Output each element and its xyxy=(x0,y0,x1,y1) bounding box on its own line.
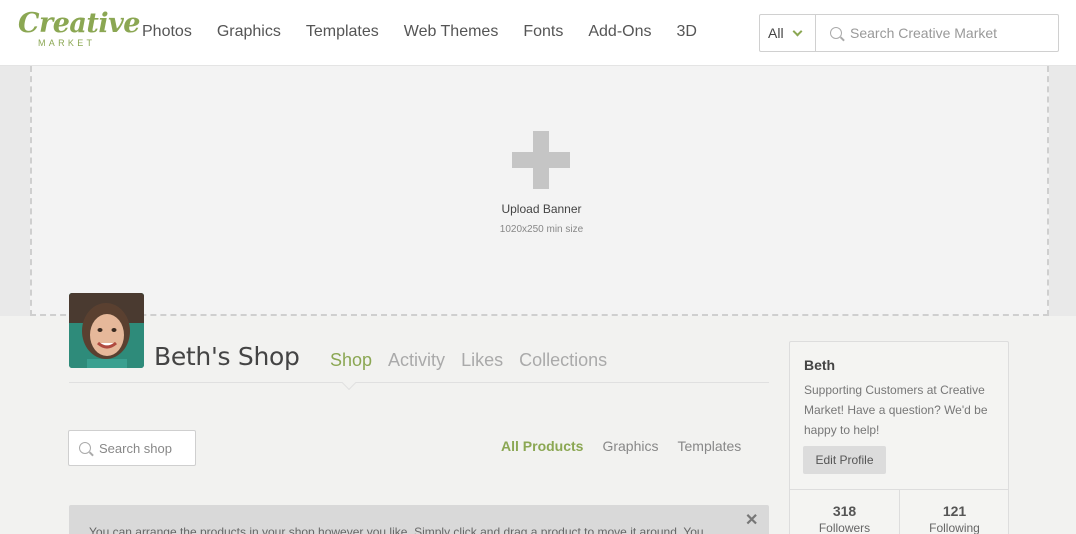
profile-name: Beth xyxy=(804,357,836,373)
shop-name: Beth's Shop xyxy=(154,342,300,371)
plus-icon xyxy=(512,131,570,189)
close-icon[interactable]: ✕ xyxy=(745,513,758,529)
chevron-down-icon xyxy=(792,26,803,36)
tab-activity[interactable]: Activity xyxy=(388,349,445,371)
tab-underline xyxy=(69,382,769,383)
following-count: 121 xyxy=(942,503,967,519)
profile-bio: Supporting Customers at Creative Market!… xyxy=(804,383,988,437)
filter-graphics[interactable]: Graphics xyxy=(602,438,658,454)
nav-templates[interactable]: Templates xyxy=(306,22,379,42)
creative-market-logo[interactable]: Creative MARKET xyxy=(18,8,140,50)
shop-search xyxy=(68,430,196,466)
upload-banner-area[interactable]: Upload Banner 1020x250 min size xyxy=(30,66,1049,316)
search-category-select[interactable]: All xyxy=(760,15,816,51)
nav-3d[interactable]: 3D xyxy=(676,22,696,42)
tab-likes[interactable]: Likes xyxy=(461,349,503,371)
nav-photos[interactable]: Photos xyxy=(142,22,192,42)
upload-banner-size: 1020x250 min size xyxy=(499,224,584,235)
filter-all-products[interactable]: All Products xyxy=(501,438,583,454)
search-category-value: All xyxy=(768,25,784,41)
nav-fonts[interactable]: Fonts xyxy=(523,22,563,42)
profile-card: Beth Supporting Customers at Creative Ma… xyxy=(789,341,1009,534)
avatar-photo xyxy=(69,293,144,368)
following-stat[interactable]: 121 Following xyxy=(900,502,1009,534)
active-tab-caret xyxy=(341,375,357,391)
followers-stat[interactable]: 318 Followers xyxy=(790,502,899,534)
site-search: All xyxy=(759,14,1059,52)
followers-label: Followers xyxy=(818,521,871,534)
shop-search-input[interactable] xyxy=(99,440,189,456)
nav-add-ons[interactable]: Add-Ons xyxy=(588,22,651,42)
avatar[interactable] xyxy=(69,293,144,368)
upload-banner-label: Upload Banner xyxy=(501,202,582,216)
search-field-wrap xyxy=(816,15,1058,51)
search-icon xyxy=(79,442,91,454)
arrange-notice: You can arrange the products in your sho… xyxy=(69,505,769,534)
profile-tabs: Shop Activity Likes Collections xyxy=(330,349,623,371)
notice-text: You can arrange the products in your sho… xyxy=(89,525,704,534)
search-input[interactable] xyxy=(850,25,1050,41)
tab-shop[interactable]: Shop xyxy=(330,349,372,371)
edit-profile-button[interactable]: Edit Profile xyxy=(803,446,886,474)
tab-collections[interactable]: Collections xyxy=(519,349,607,371)
product-filters: All Products Graphics Templates xyxy=(501,438,760,454)
nav-graphics[interactable]: Graphics xyxy=(217,22,281,42)
logo-subtext: MARKET xyxy=(38,38,96,48)
logo-wordmark: Creative xyxy=(18,8,140,39)
top-header: Creative MARKET Photos Graphics Template… xyxy=(0,0,1076,66)
followers-count: 318 xyxy=(832,503,857,519)
following-label: Following xyxy=(929,521,980,534)
nav-web-themes[interactable]: Web Themes xyxy=(404,22,499,42)
search-icon xyxy=(830,27,842,39)
filter-templates[interactable]: Templates xyxy=(678,438,742,454)
main-nav: Photos Graphics Templates Web Themes Fon… xyxy=(142,22,722,42)
